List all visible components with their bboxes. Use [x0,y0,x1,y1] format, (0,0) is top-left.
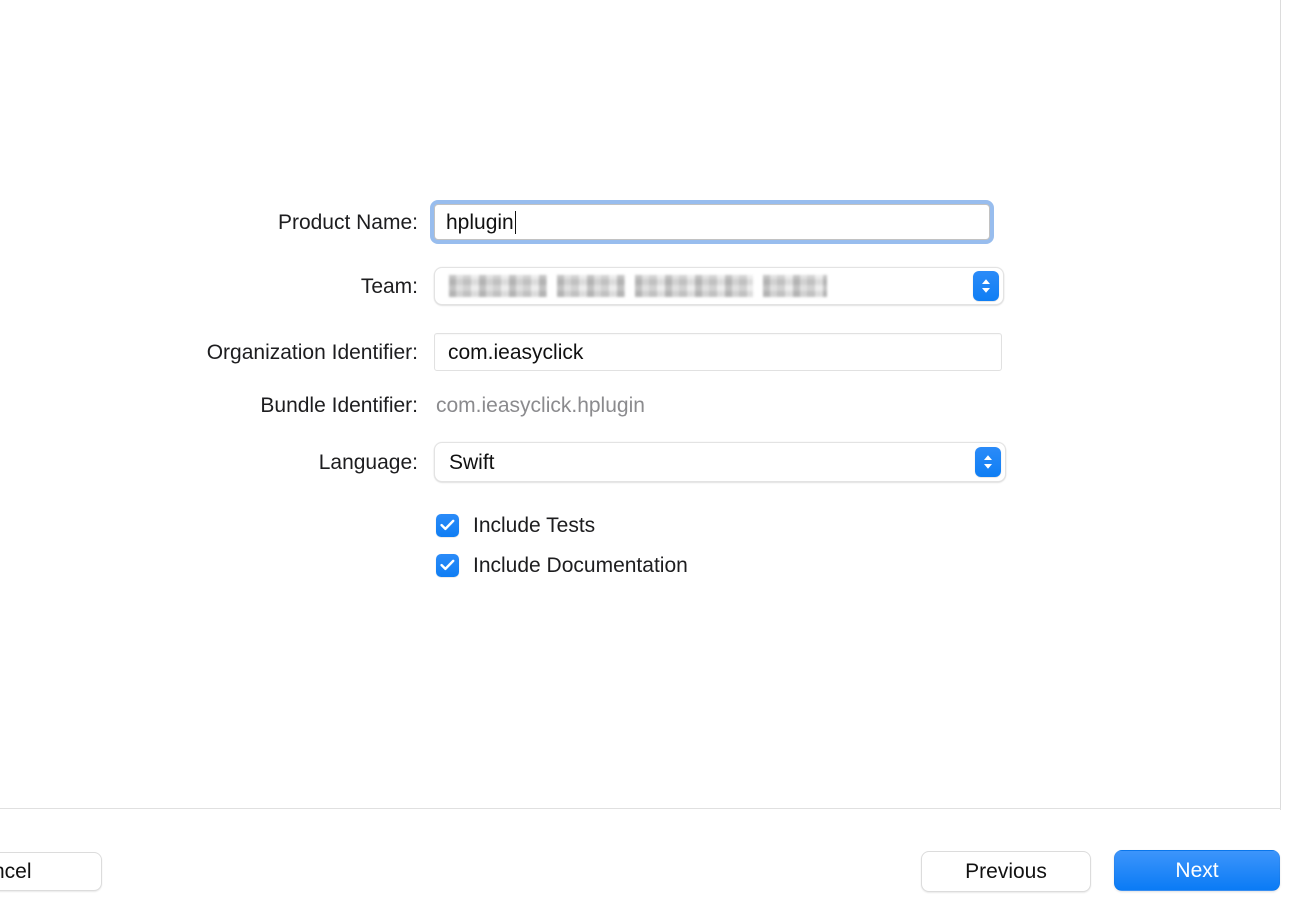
sheet-right-border [1280,0,1281,810]
previous-button[interactable]: Previous [921,851,1091,892]
project-options-dialog: Product Name: hplugin Team: Organization… [0,0,1310,922]
form-row-language: Language: Swift [0,440,1006,484]
redacted-segment [763,275,827,298]
chevron-up-down-icon[interactable] [975,447,1001,477]
include-tests-label: Include Tests [473,513,596,537]
bundle-identifier-value: com.ieasyclick.hplugin [436,393,645,417]
checkbox-row-include-tests[interactable]: Include Tests [436,511,595,539]
product-name-label: Product Name: [277,210,418,234]
include-tests-checkbox[interactable] [436,513,459,537]
language-popup-button[interactable]: Swift [434,442,1006,482]
team-label: Team: [360,274,418,298]
form-row-bundle-identifier: Bundle Identifier: com.ieasyclick.hplugi… [0,383,645,427]
team-value [449,275,827,298]
language-label: Language: [318,450,418,474]
team-popup-button[interactable] [434,267,1004,305]
checkbox-row-include-documentation[interactable]: Include Documentation [436,551,688,579]
include-documentation-checkbox[interactable] [436,553,459,577]
chevron-up-down-icon[interactable] [973,271,999,301]
organization-identifier-label: Organization Identifier: [206,340,418,364]
redacted-segment [557,275,625,298]
cancel-button[interactable]: ncel [0,852,102,891]
project-options-form: Product Name: hplugin Team: Organization… [0,0,1280,808]
organization-identifier-value: com.ieasyclick [448,340,584,364]
product-name-input[interactable]: hplugin [434,204,990,240]
next-button[interactable]: Next [1114,850,1280,891]
text-caret [514,210,517,234]
dialog-footer: ncel Previous Next [0,808,1310,922]
form-row-organization-identifier: Organization Identifier: com.ieasyclick [0,330,1002,374]
form-row-team: Team: [0,264,1004,308]
language-value: Swift [449,450,495,474]
bundle-identifier-label: Bundle Identifier: [260,393,418,417]
organization-identifier-input[interactable]: com.ieasyclick [434,333,1002,371]
product-name-value: hplugin [446,210,514,234]
form-row-product-name: Product Name: hplugin [0,200,990,244]
redacted-segment [635,275,753,298]
include-documentation-label: Include Documentation [473,553,688,577]
redacted-segment [449,275,547,298]
